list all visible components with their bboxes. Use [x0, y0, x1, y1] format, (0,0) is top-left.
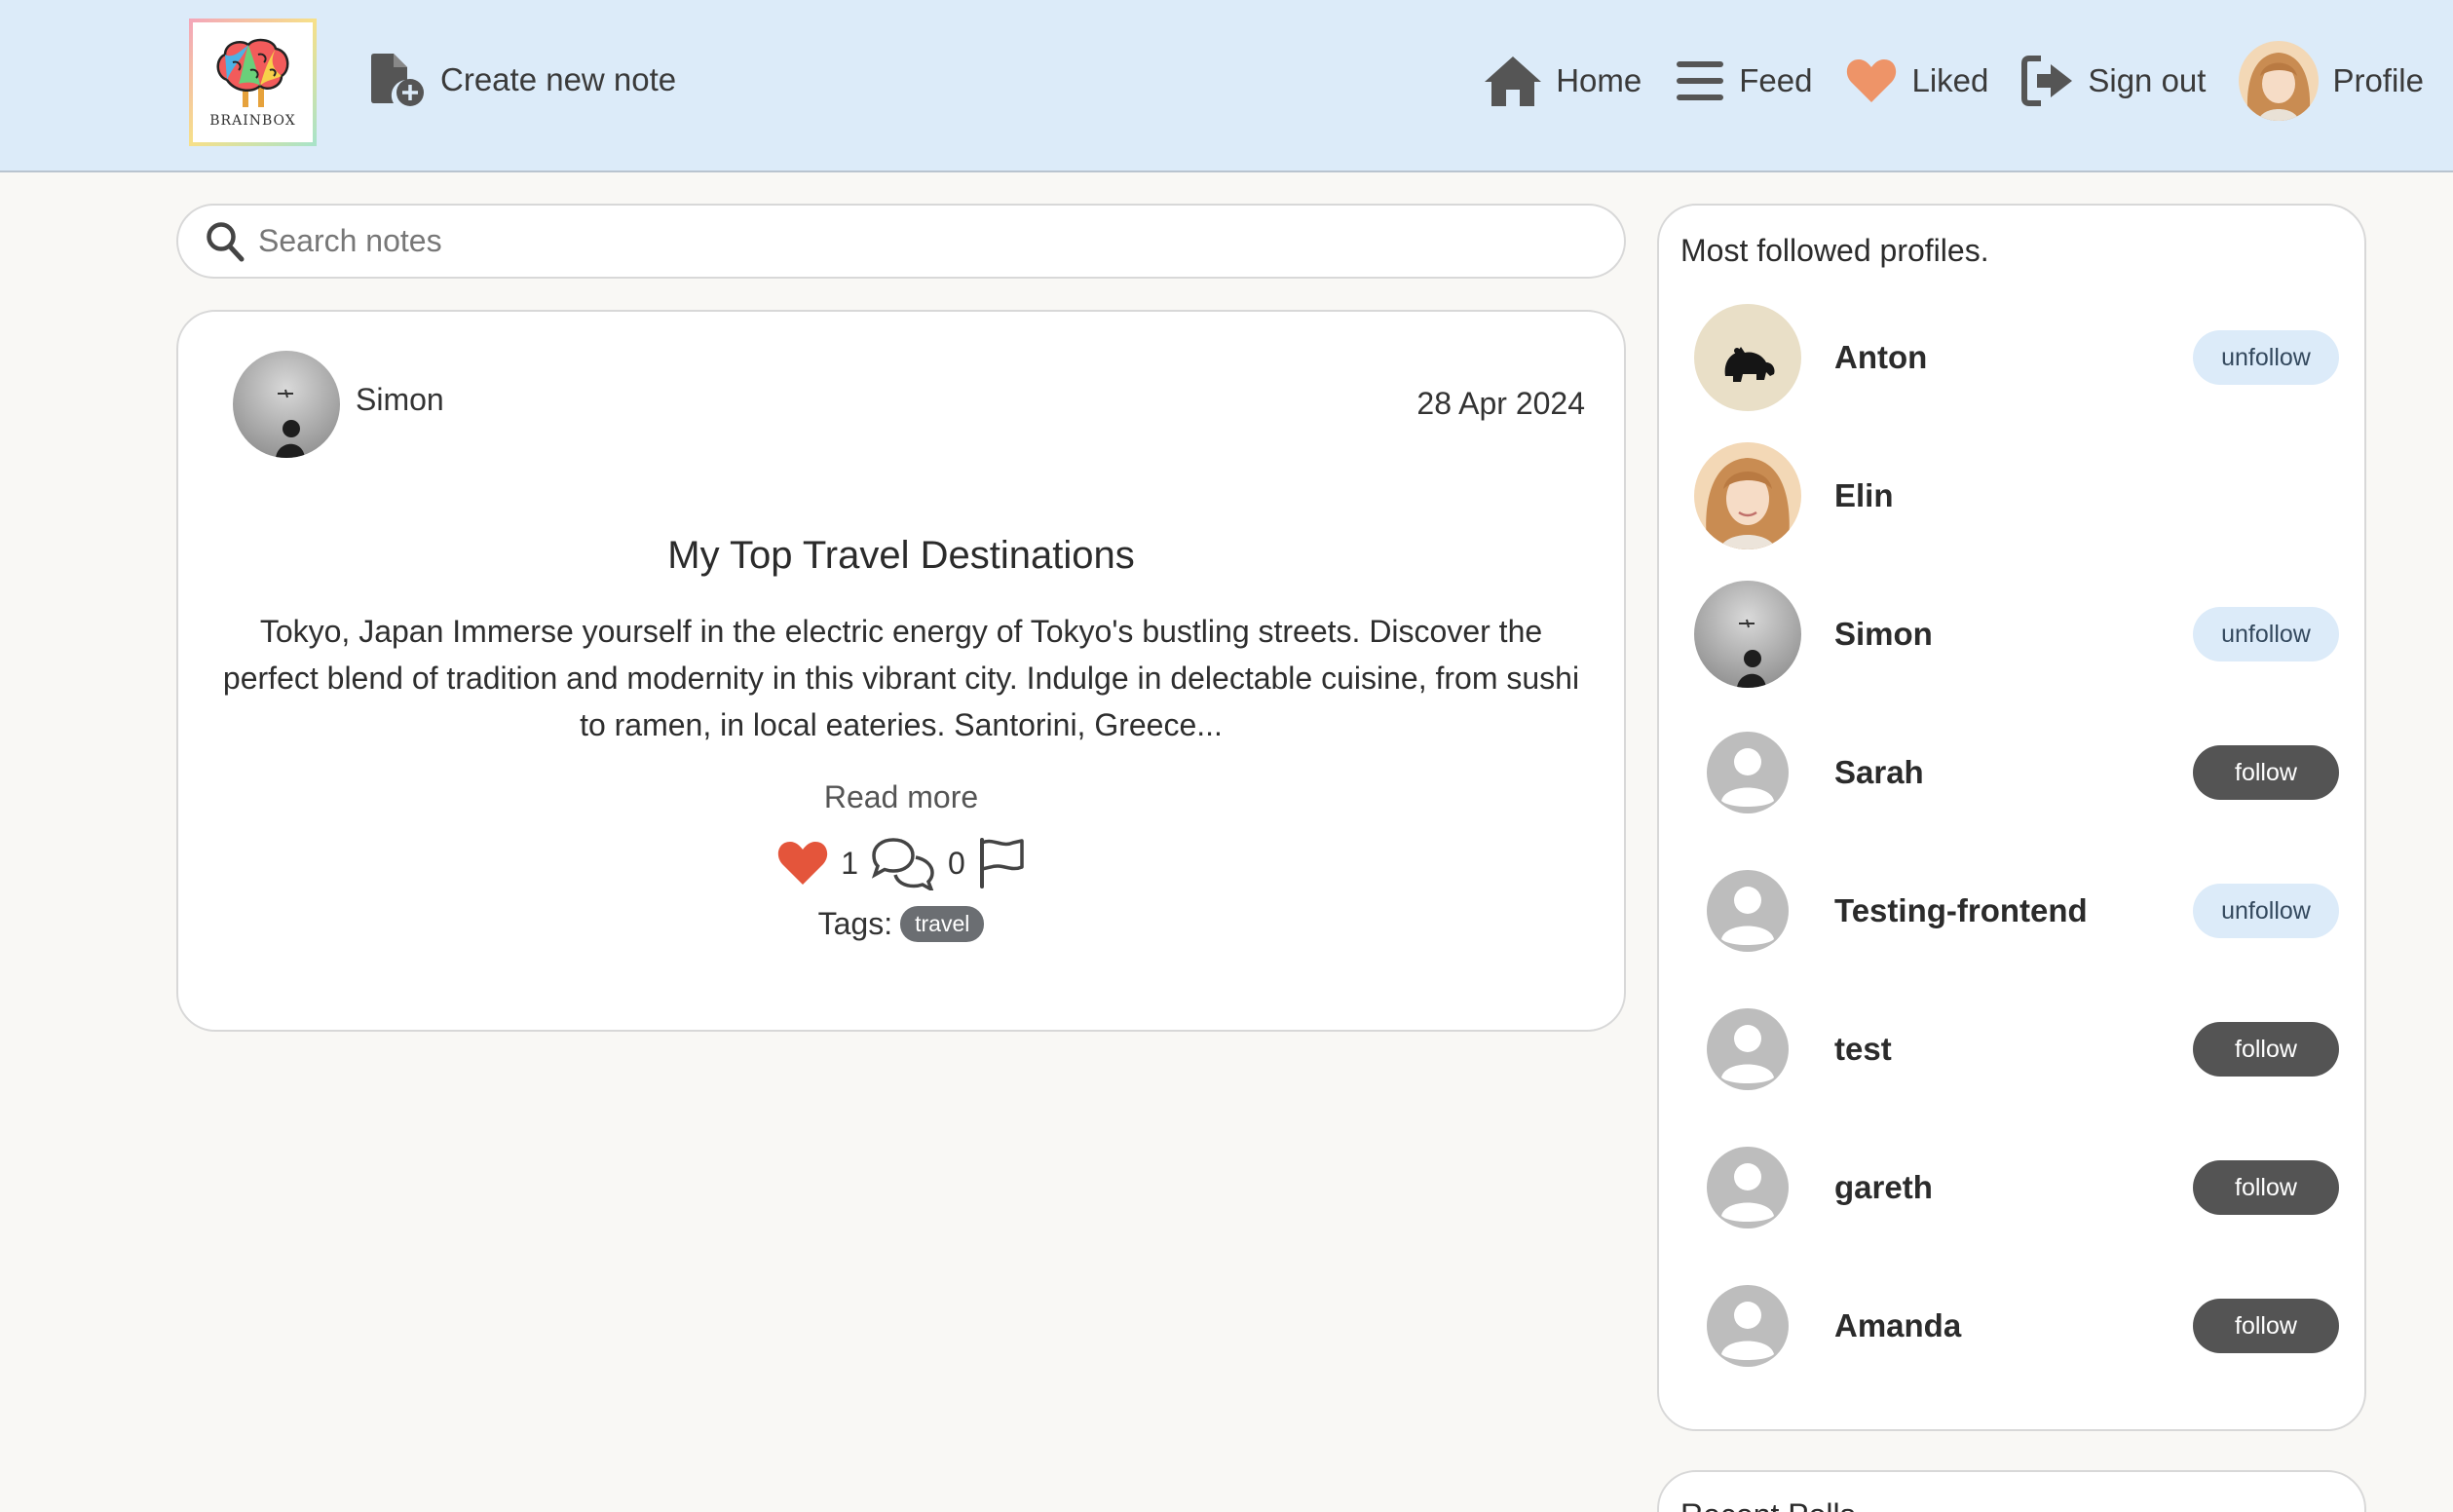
- profile-row-test[interactable]: test follow: [1694, 995, 2339, 1104]
- nav-home[interactable]: Home: [1484, 55, 1642, 107]
- profile-row-anton[interactable]: Anton unfollow: [1694, 303, 2339, 412]
- follow-button[interactable]: follow: [2193, 1022, 2339, 1077]
- tags-label: Tags:: [817, 906, 893, 941]
- follow-button[interactable]: follow: [2193, 1160, 2339, 1215]
- avatar-elin: [1694, 442, 1801, 549]
- unfollow-button[interactable]: unfollow: [2193, 884, 2339, 938]
- profile-name: gareth: [1834, 1169, 1933, 1205]
- read-more-link[interactable]: Read more: [178, 779, 1624, 815]
- recent-polls-panel: Recent Polls: [1657, 1470, 2366, 1512]
- note-excerpt: Tokyo, Japan Immerse yourself in the ele…: [222, 614, 1580, 742]
- note-title[interactable]: My Top Travel Destinations: [178, 534, 1624, 578]
- unfollow-button[interactable]: unfollow: [2193, 607, 2339, 662]
- recent-polls-title: Recent Polls: [1680, 1497, 1856, 1512]
- flag-icon[interactable]: [977, 838, 1026, 888]
- home-icon: [1485, 57, 1542, 106]
- default-avatar-icon: [1694, 857, 1801, 964]
- nav-sign-out-label: Sign out: [2088, 62, 2207, 98]
- profile-avatar: [2239, 41, 2320, 121]
- navbar: BRAINBOX Create new note Home Feed Liked…: [0, 0, 2453, 172]
- panel-title: Most followed profiles.: [1680, 233, 1989, 268]
- profile-name: Testing-frontend: [1834, 892, 2088, 928]
- unfollow-button[interactable]: unfollow: [2193, 330, 2339, 385]
- sign-out-icon: [2021, 56, 2073, 106]
- nav-feed[interactable]: Feed: [1675, 59, 1812, 102]
- avatar-anton: [1694, 304, 1801, 411]
- heart-icon: [1847, 59, 1897, 102]
- default-avatar-icon: [1694, 1272, 1801, 1380]
- nav-sign-out[interactable]: Sign out: [2021, 56, 2206, 106]
- search-icon: [207, 221, 245, 261]
- nav-feed-label: Feed: [1739, 62, 1813, 98]
- note-card: Simon 28 Apr 2024 My Top Travel Destinat…: [176, 310, 1626, 1032]
- nav-liked[interactable]: Liked: [1845, 57, 1988, 104]
- search-bar: [176, 204, 1626, 279]
- like-heart-icon[interactable]: [776, 840, 829, 887]
- profile-row-testing-frontend[interactable]: Testing-frontend unfollow: [1694, 856, 2339, 965]
- profile-name: Anton: [1834, 339, 1928, 375]
- brain-icon: [216, 38, 288, 107]
- search-input[interactable]: [258, 223, 1525, 259]
- profile-row-amanda[interactable]: Amanda follow: [1694, 1271, 2339, 1380]
- profile-name: Elin: [1834, 477, 1894, 513]
- avatar-simon: [1694, 581, 1801, 688]
- profile-name: test: [1834, 1031, 1892, 1067]
- follow-button[interactable]: follow: [2193, 745, 2339, 800]
- nav-profile-label: Profile: [2332, 62, 2424, 98]
- nav-menu: Home Feed Liked Sign out Profile: [1484, 37, 2424, 125]
- note-actions: 1 0: [178, 836, 1624, 890]
- file-plus-icon: [371, 54, 424, 106]
- follow-button[interactable]: follow: [2193, 1299, 2339, 1353]
- author-avatar: [233, 351, 340, 458]
- comments-icon[interactable]: [870, 836, 936, 890]
- profile-row-elin[interactable]: Elin: [1694, 441, 2339, 550]
- default-avatar-icon: [1694, 996, 1801, 1103]
- logo-text: BRAINBOX: [209, 112, 296, 129]
- most-followed-panel: Most followed profiles. Anton unfollow E…: [1657, 204, 2366, 1431]
- profile-name: Simon: [1834, 616, 1933, 652]
- note-date: 28 Apr 2024: [1416, 386, 1585, 421]
- profile-name: Sarah: [1834, 754, 1924, 790]
- author-name: Simon: [356, 381, 444, 417]
- nav-liked-label: Liked: [1911, 62, 1989, 98]
- profile-name: Amanda: [1834, 1307, 1962, 1343]
- nav-profile[interactable]: Profile: [2239, 41, 2424, 121]
- like-count: 1: [841, 845, 858, 881]
- create-note-label: Create new note: [440, 61, 677, 97]
- tag-pill[interactable]: travel: [900, 906, 985, 942]
- nav-home-label: Home: [1556, 62, 1642, 98]
- default-avatar-icon: [1694, 719, 1801, 826]
- profile-row-sarah[interactable]: Sarah follow: [1694, 718, 2339, 827]
- bars-icon: [1677, 61, 1724, 100]
- profile-row-gareth[interactable]: gareth follow: [1694, 1133, 2339, 1242]
- note-author[interactable]: Simon: [233, 351, 444, 458]
- profile-row-simon[interactable]: Simon unfollow: [1694, 580, 2339, 689]
- note-tags: Tags: travel: [178, 906, 1624, 942]
- brainbox-logo[interactable]: BRAINBOX: [189, 19, 317, 146]
- create-note-link[interactable]: Create new note: [368, 51, 676, 109]
- default-avatar-icon: [1694, 1134, 1801, 1241]
- comment-count: 0: [948, 845, 965, 881]
